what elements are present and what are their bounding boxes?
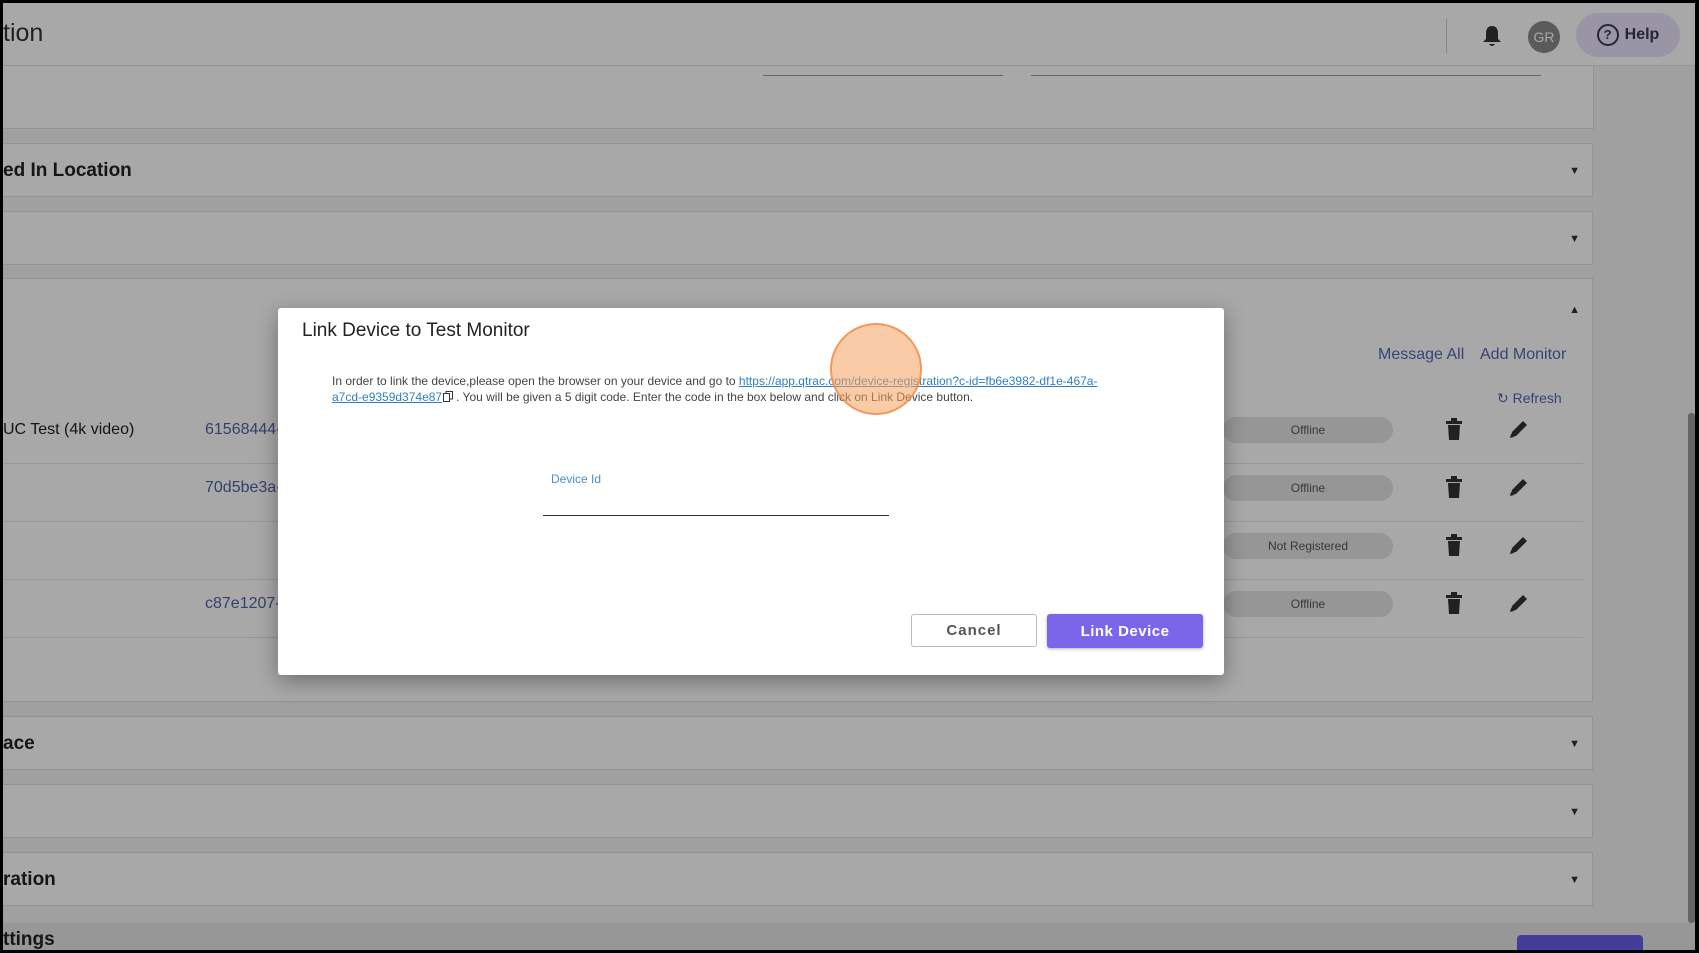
device-id-input[interactable] bbox=[543, 486, 889, 516]
instructions-text: In order to link the device,please open … bbox=[332, 374, 739, 388]
dialog-instructions: In order to link the device,please open … bbox=[332, 373, 1122, 405]
cancel-button[interactable]: Cancel bbox=[911, 614, 1037, 647]
link-device-button[interactable]: Link Device bbox=[1047, 614, 1203, 648]
link-device-dialog: Link Device to Test Monitor In order to … bbox=[278, 308, 1224, 675]
device-id-label: Device Id bbox=[551, 472, 602, 486]
screen: tion GR ? Help ed In Location ▼ ▼ ▲ Mess… bbox=[3, 3, 1695, 950]
copy-icon[interactable] bbox=[443, 391, 454, 402]
dialog-title: Link Device to Test Monitor bbox=[302, 320, 530, 341]
cursor-highlight bbox=[830, 323, 922, 415]
